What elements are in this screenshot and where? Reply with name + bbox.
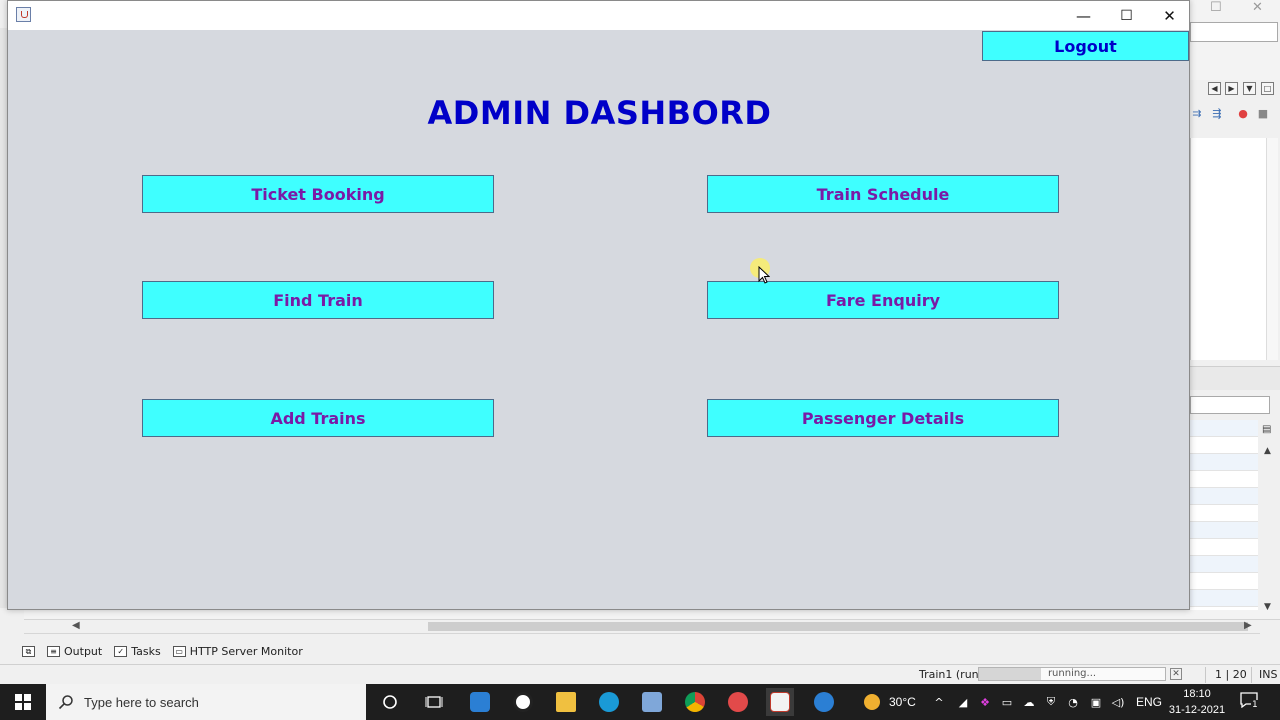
- logout-button[interactable]: Logout: [982, 31, 1189, 61]
- step-over-icon[interactable]: ⇉: [1190, 107, 1204, 121]
- ide-filter-field[interactable]: [1190, 396, 1270, 414]
- window-titlebar[interactable]: — ☐ ✕: [8, 1, 1189, 30]
- scroll-right-icon[interactable]: ▶: [1244, 620, 1252, 631]
- admin-dashboard-window: — ☐ ✕ Logout ADMIN DASHBORD Ticket Booki…: [7, 0, 1190, 610]
- dashboard-content: Logout ADMIN DASHBORD Ticket Booking Tra…: [8, 30, 1189, 610]
- scroll-left-icon[interactable]: ◀: [72, 620, 80, 631]
- ide-variables-table: [1190, 420, 1258, 612]
- progress-text: running...: [1047, 668, 1097, 679]
- dropbox-icon[interactable]: ❖: [977, 694, 993, 710]
- onedrive-icon[interactable]: ☁: [1021, 694, 1037, 710]
- monitor-icon: ▭: [172, 645, 186, 657]
- tab-output-label: Output: [64, 644, 103, 658]
- run-progress-bar: running...: [978, 667, 1166, 681]
- page-title: ADMIN DASHBORD: [427, 94, 772, 132]
- ide-bottom-tabs: ⧉ ≡ Output ✓ Tasks ▭ HTTP Server Monitor: [22, 642, 303, 660]
- system-clock[interactable]: 18:10 31-12-2021: [1166, 686, 1228, 718]
- taskbar-search[interactable]: Type here to search: [46, 684, 366, 720]
- virtualbox-icon[interactable]: [638, 688, 666, 716]
- record-icon[interactable]: ●: [1236, 107, 1250, 121]
- train-schedule-button[interactable]: Train Schedule: [707, 175, 1059, 213]
- ide-debug-toolbar: ⇉ ⇶ ● ■: [1190, 104, 1280, 124]
- notification-center-icon[interactable]: 1: [1240, 692, 1262, 712]
- ide-tab-list-icon[interactable]: ▼: [1243, 82, 1256, 95]
- find-train-button[interactable]: Find Train: [142, 281, 494, 319]
- insert-mode: INS: [1259, 668, 1278, 681]
- display-icon[interactable]: ▣: [1088, 694, 1104, 710]
- caret-position: 1 | 20: [1215, 668, 1247, 681]
- input-language[interactable]: ENG: [1136, 684, 1162, 720]
- chrome-icon[interactable]: [681, 688, 709, 716]
- ide-status-bar: Train1 (run) running... ✕ 1 | 20 INS: [0, 664, 1280, 684]
- ide-tab-maximize-icon[interactable]: □: [1261, 82, 1274, 95]
- start-button[interactable]: [0, 684, 46, 720]
- tab-http-server-monitor[interactable]: ▭ HTTP Server Monitor: [172, 644, 303, 658]
- security-icon[interactable]: ⛨: [1043, 694, 1059, 710]
- ide-vertical-scrollbar[interactable]: [1266, 138, 1278, 360]
- search-placeholder: Type here to search: [84, 694, 199, 710]
- output-icon: ≡: [47, 645, 60, 657]
- ide-tab-left-icon[interactable]: ◀: [1208, 82, 1221, 95]
- file-explorer-icon[interactable]: [552, 688, 580, 716]
- weather-icon[interactable]: [858, 688, 886, 716]
- minimize-button[interactable]: —: [1062, 1, 1105, 30]
- search-icon: [58, 695, 73, 710]
- running-project[interactable]: Train1 (run): [919, 668, 983, 681]
- temperature[interactable]: 30°C: [889, 684, 916, 720]
- step-into-icon[interactable]: ⇶: [1210, 107, 1224, 121]
- task-view-icon[interactable]: [420, 688, 448, 716]
- show-hidden-icons[interactable]: ^: [931, 694, 947, 710]
- wifi-icon[interactable]: ◔: [1065, 694, 1081, 710]
- maximize-button[interactable]: ☐: [1105, 1, 1148, 30]
- ide-maximize-icon[interactable]: ☐: [1210, 0, 1222, 15]
- tab-tasks-label: Tasks: [131, 644, 161, 658]
- scroll-settings-icon[interactable]: ▤: [1262, 424, 1271, 435]
- clock-date: 31-12-2021: [1168, 704, 1226, 716]
- windows-taskbar: Type here to search 30°C ^ ◢ ❖ ▭ ☁ ⛨ ◔ ▣…: [0, 684, 1280, 720]
- ide-tab-right-icon[interactable]: ▶: [1225, 82, 1238, 95]
- notification-count: 1: [1251, 700, 1259, 710]
- mouse-cursor-icon: [750, 258, 772, 284]
- scroll-thumb[interactable]: [428, 622, 1248, 631]
- ide-editor-strip: [24, 610, 1280, 620]
- stop-icon[interactable]: ■: [1256, 107, 1270, 121]
- java-taskbar-icon[interactable]: [766, 688, 794, 716]
- ide-left-gutter: [0, 28, 7, 608]
- restore-panels-icon[interactable]: ⧉: [22, 645, 35, 657]
- clock-time: 18:10: [1183, 688, 1211, 700]
- ide-debug-pane: [1190, 138, 1266, 360]
- ide-search-field[interactable]: [1190, 22, 1278, 42]
- close-button[interactable]: ✕: [1148, 1, 1191, 30]
- windows-logo-icon: [15, 694, 31, 710]
- network-icon[interactable]: ◢: [955, 694, 971, 710]
- help-icon[interactable]: [810, 688, 838, 716]
- netbeans-icon[interactable]: [509, 688, 537, 716]
- tab-output[interactable]: ≡ Output: [47, 645, 102, 658]
- ide-horizontal-scrollbar[interactable]: ◀ ▶: [24, 620, 1260, 634]
- java-app-icon: [16, 7, 31, 22]
- cancel-run-icon[interactable]: ✕: [1170, 668, 1182, 680]
- tab-tasks[interactable]: ✓ Tasks: [114, 644, 161, 658]
- tab-http-label: HTTP Server Monitor: [189, 644, 303, 658]
- ide-close-icon[interactable]: ✕: [1252, 0, 1263, 15]
- ide-panel-header: [1190, 366, 1280, 390]
- add-trains-button[interactable]: Add Trains: [142, 399, 494, 437]
- mail-icon[interactable]: [466, 688, 494, 716]
- ide-table-scrollbar[interactable]: ▤ ▲ ▼: [1258, 420, 1278, 620]
- passenger-details-button[interactable]: Passenger Details: [707, 399, 1059, 437]
- volume-icon[interactable]: ◁): [1110, 694, 1126, 710]
- scroll-up-icon[interactable]: ▲: [1264, 446, 1271, 456]
- cortana-icon[interactable]: [376, 688, 404, 716]
- screen-recorder-icon[interactable]: [724, 688, 752, 716]
- fare-enquiry-button[interactable]: Fare Enquiry: [707, 281, 1059, 319]
- tasks-icon: ✓: [114, 645, 128, 657]
- edge-icon[interactable]: [595, 688, 623, 716]
- battery-icon[interactable]: ▭: [999, 694, 1015, 710]
- ticket-booking-button[interactable]: Ticket Booking: [142, 175, 494, 213]
